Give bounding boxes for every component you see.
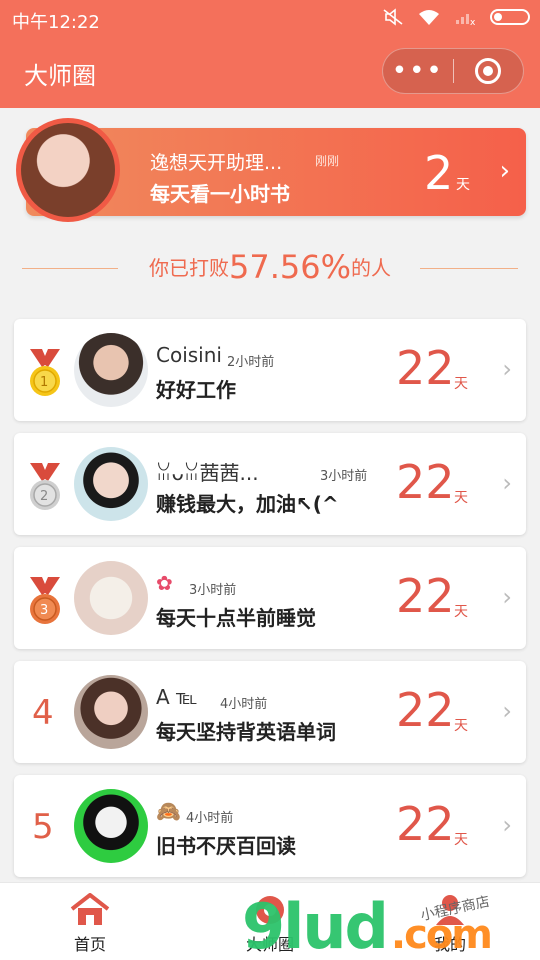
gold-medal-icon: [30, 349, 60, 396]
days-unit: 天: [454, 832, 468, 848]
ranking-card[interactable]: 1 Coisini 2小时前 好好工作 22 天 ›: [14, 319, 526, 421]
banner-goal: 每天看一小时书: [150, 182, 290, 206]
goal-text: 每天坚持背英语单词: [156, 720, 336, 744]
beat-summary: 你已打败57.56%的人: [0, 246, 540, 290]
svg-text:x: x: [470, 18, 476, 26]
user-name: 🙈: [156, 799, 187, 823]
chevron-right-icon: ›: [502, 469, 512, 497]
beat-percent: 57.56%: [228, 248, 351, 286]
banner-username: 逸想天开助理...: [150, 152, 283, 174]
beat-prefix: 你已打败: [148, 256, 229, 280]
tab-label: 首页: [73, 935, 106, 954]
signal-icon: x: [456, 14, 476, 26]
banner-time: 刚刚: [315, 154, 340, 168]
time-ago: 3小时前: [189, 583, 237, 598]
ranking-card[interactable]: 3 ✿ 3小时前 每天十点半前睡觉 22 天 ›: [14, 547, 526, 649]
banner-days-unit: 天: [456, 177, 470, 193]
wifi-icon: [419, 10, 439, 25]
tab-home[interactable]: 首页: [0, 883, 180, 960]
user-name: Coisini: [156, 343, 222, 367]
days-count: 22: [396, 455, 455, 509]
page-title: 大师圈: [24, 62, 96, 90]
chevron-right-icon: ›: [502, 355, 512, 383]
ranking-card[interactable]: 2 ꈍᴗꈍ茜茜... 3小时前 赚钱最大，加油↖(^ 22 天 ›: [14, 433, 526, 535]
days-count: 22: [396, 683, 455, 737]
avatar: [74, 675, 148, 749]
silver-medal-icon: [30, 463, 60, 510]
time-ago: 4小时前: [220, 697, 268, 712]
more-button[interactable]: •••: [383, 48, 453, 94]
chevron-right-icon: ›: [502, 811, 512, 839]
chevron-right-icon: ›: [502, 697, 512, 725]
banner-days: 2: [424, 146, 454, 200]
user-name: ✿: [156, 571, 179, 595]
medal-rank: 1: [40, 375, 49, 390]
goal-text: 好好工作: [156, 378, 236, 402]
avatar: [74, 333, 148, 407]
goal-text: 旧书不厌百回读: [156, 834, 296, 858]
days-count: 22: [396, 341, 455, 395]
medal-rank: 3: [40, 603, 49, 618]
days-unit: 天: [454, 718, 468, 734]
my-progress-banner[interactable]: 逸想天开助理... 刚刚 每天看一小时书 2 天 ›: [16, 118, 526, 222]
avatar: [74, 789, 148, 863]
target-icon: [475, 58, 502, 84]
days-unit: 天: [454, 604, 468, 620]
avatar: [74, 447, 148, 521]
chevron-right-icon: ›: [502, 583, 512, 611]
home-icon: [70, 893, 110, 925]
days-count: 22: [396, 797, 455, 851]
beat-suffix: 的人: [351, 256, 391, 280]
chevron-right-icon: ›: [499, 156, 510, 186]
days-count: 22: [396, 569, 455, 623]
battery-icon: [490, 9, 530, 25]
goal-text: 赚钱最大，加油↖(^: [156, 492, 339, 516]
medal-rank: 2: [40, 489, 49, 504]
user-name: A ℡: [156, 685, 198, 709]
status-time: 中午12:22: [12, 12, 100, 33]
time-ago: 4小时前: [186, 811, 234, 826]
miniprogram-capsule: •••: [382, 48, 524, 94]
monkey-icon: 🙈: [156, 799, 181, 823]
ranking-card[interactable]: 4 A ℡ 4小时前 每天坚持背英语单词 22 天 ›: [14, 661, 526, 763]
bronze-medal-icon: [30, 577, 60, 624]
close-miniprogram-button[interactable]: [454, 58, 524, 84]
rank-number: 5: [32, 807, 54, 847]
app-header: 大师圈 •••: [0, 36, 540, 108]
beat-text: 你已打败57.56%的人: [0, 248, 540, 286]
mute-icon: [383, 8, 403, 26]
avatar: [74, 561, 148, 635]
days-unit: 天: [454, 376, 468, 392]
days-unit: 天: [454, 490, 468, 506]
rank-number: 4: [32, 693, 54, 733]
goal-text: 每天十点半前睡觉: [156, 606, 316, 630]
my-avatar: [16, 118, 120, 222]
flower-icon: ✿: [156, 571, 173, 595]
user-name: ꈍᴗꈍ茜茜...: [156, 461, 259, 485]
time-ago: 3小时前: [320, 469, 368, 484]
time-ago: 2小时前: [227, 355, 275, 370]
ranking-card[interactable]: 5 🙈 4小时前 旧书不厌百回读 22 天 ›: [14, 775, 526, 877]
status-bar: 中午12:22 x: [0, 0, 540, 36]
